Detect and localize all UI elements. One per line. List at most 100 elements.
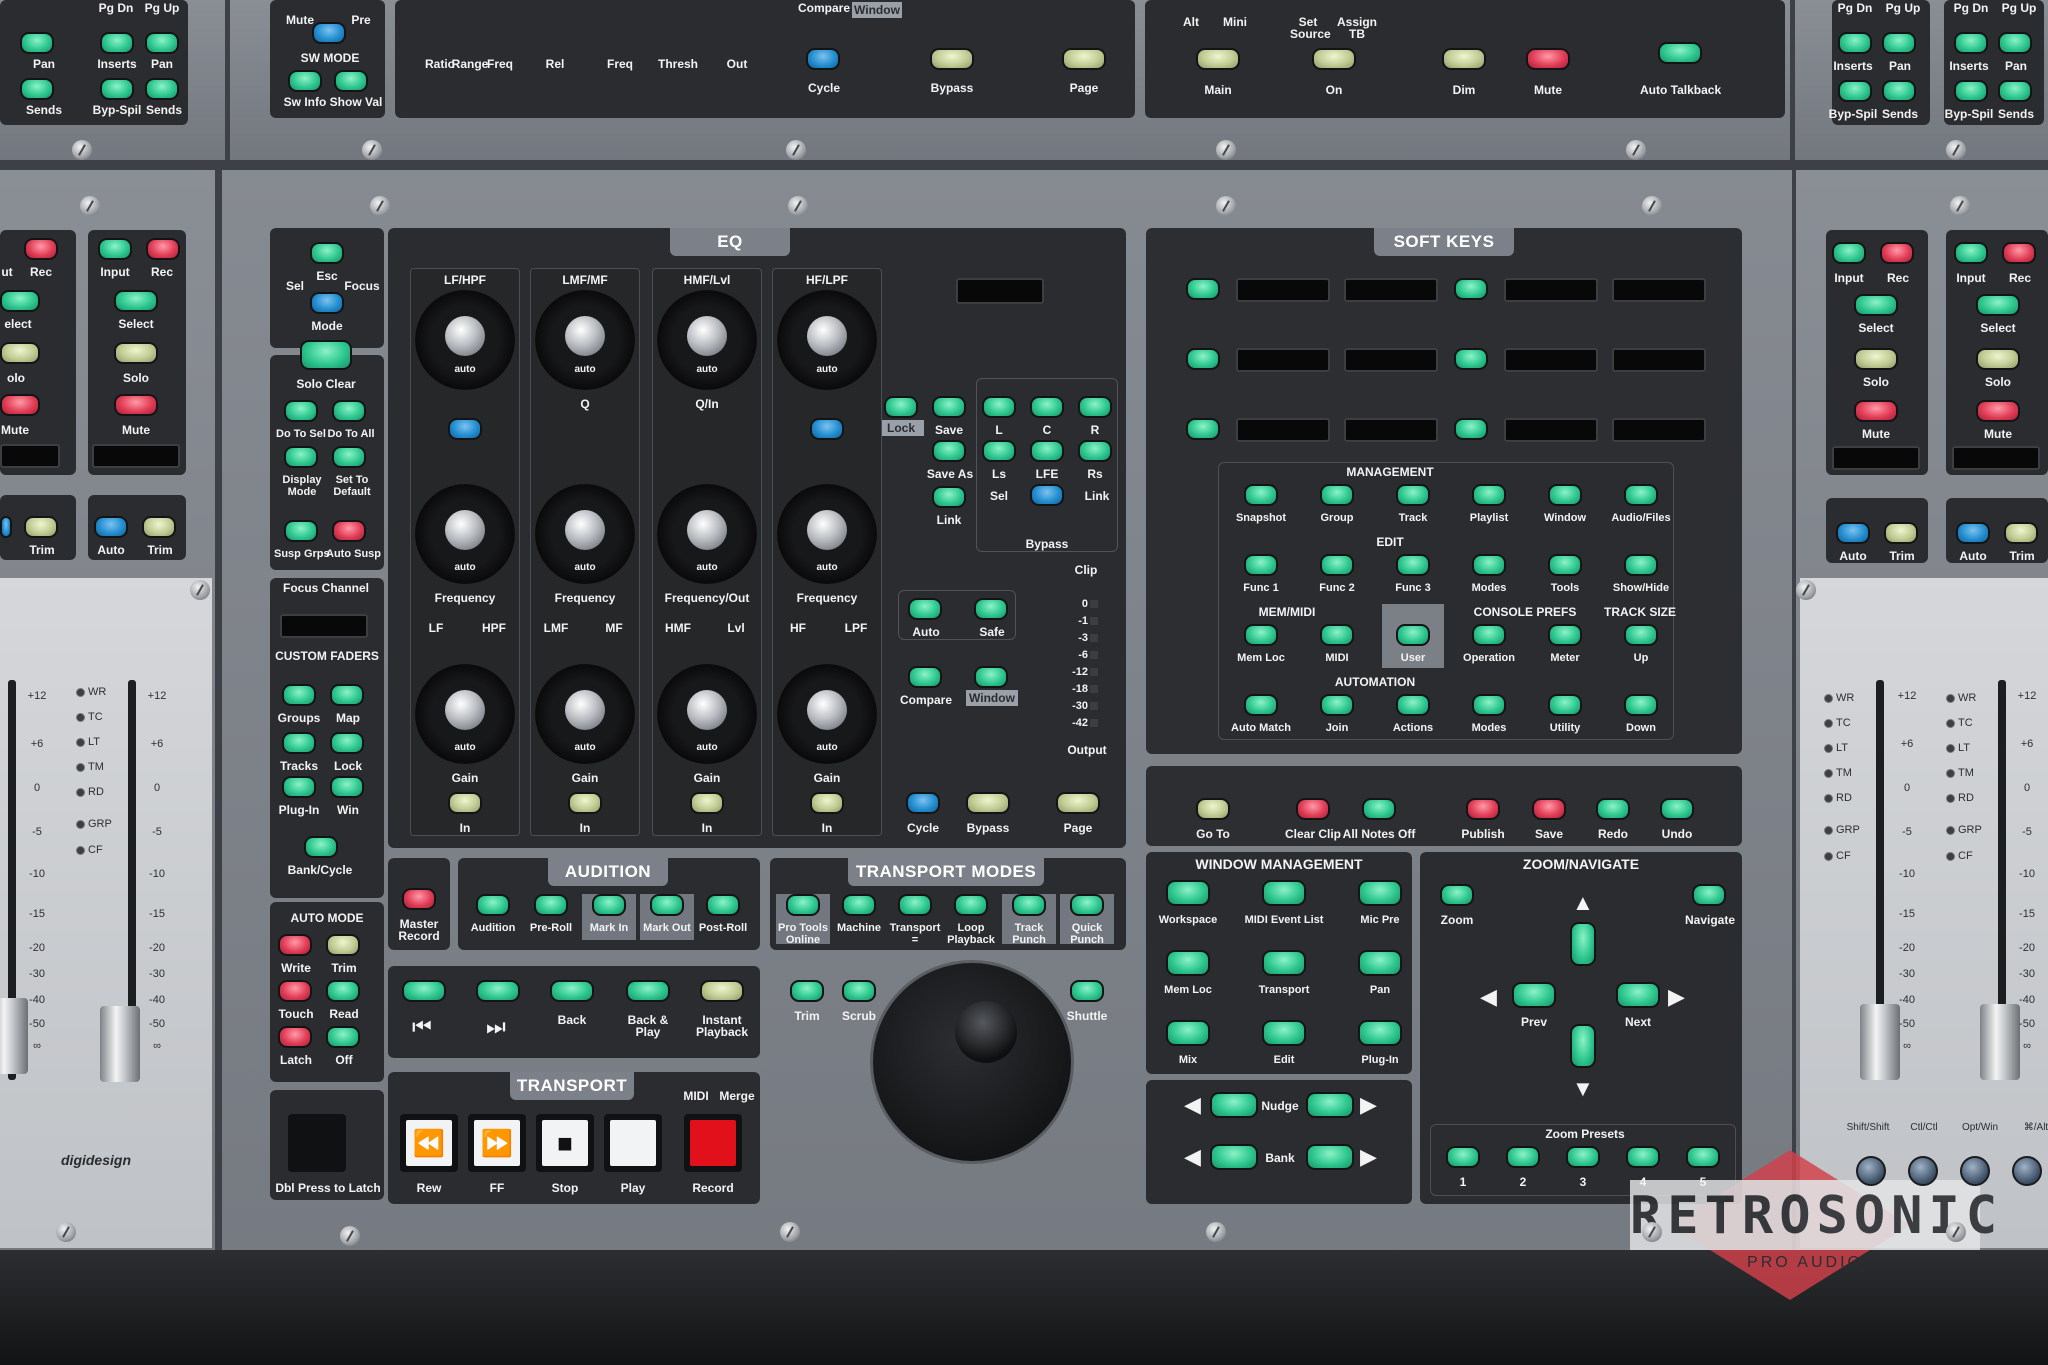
top-right-btn-4[interactable]: [1998, 32, 2032, 54]
plug-in-button[interactable]: [282, 776, 316, 798]
zoom-preset-key[interactable]: [1446, 1146, 1480, 1168]
modifier-key-button[interactable]: [1908, 1156, 1938, 1186]
bank-left-button[interactable]: [1210, 1144, 1258, 1170]
zoom-preset-key[interactable]: [1626, 1146, 1660, 1168]
right-strip-select-2[interactable]: [1976, 294, 2020, 316]
left-strip-solo-1[interactable]: [0, 342, 40, 364]
util-row-button[interactable]: [1596, 798, 1630, 820]
left-strip-rec-2[interactable]: [146, 238, 180, 260]
rtz-button[interactable]: [402, 980, 446, 1002]
off-button[interactable]: [326, 1026, 360, 1048]
utility-key[interactable]: [1548, 694, 1582, 716]
user-key[interactable]: [1396, 624, 1430, 646]
soft-key-row-button-left[interactable]: [1186, 418, 1220, 440]
bank-cycle-button[interactable]: [304, 836, 338, 858]
transport-key[interactable]: [604, 1114, 662, 1172]
left-strip-rec-1[interactable]: [24, 238, 58, 260]
eq-sel-link-button[interactable]: [1030, 484, 1064, 506]
audition-key[interactable]: [706, 894, 740, 916]
top-left-btn-3[interactable]: [145, 32, 179, 54]
transport-mode-key[interactable]: [1070, 894, 1104, 916]
window-mgmt-key[interactable]: [1358, 1020, 1402, 1046]
zoom-preset-key[interactable]: [1686, 1146, 1720, 1168]
left-strip-solo-2[interactable]: [114, 342, 158, 364]
util-row-button[interactable]: [1532, 798, 1566, 820]
do-to-all-button[interactable]: [332, 400, 366, 422]
left-fader-cap-1[interactable]: [0, 998, 28, 1074]
eq-save-button[interactable]: [932, 396, 966, 418]
audition-key[interactable]: [592, 894, 626, 916]
edit-key[interactable]: [1320, 554, 1354, 576]
right-strip-input-2[interactable]: [1954, 242, 1988, 264]
right-strip-mute-2[interactable]: [1976, 400, 2020, 422]
edit-key[interactable]: [1548, 554, 1582, 576]
transport-key[interactable]: ⏪: [400, 1114, 458, 1172]
transport-mode-key[interactable]: [898, 894, 932, 916]
audition-key[interactable]: [476, 894, 510, 916]
end-button[interactable]: [476, 980, 520, 1002]
management-key[interactable]: [1320, 484, 1354, 506]
edit-key[interactable]: [1472, 554, 1506, 576]
eq-r-button[interactable]: [1078, 396, 1112, 418]
eq-link-button[interactable]: [932, 486, 966, 508]
mem-loc-key[interactable]: [1244, 624, 1278, 646]
transport-mode-key[interactable]: [786, 894, 820, 916]
right-strip-mute-1[interactable]: [1854, 400, 1898, 422]
top-swmode-mute-button[interactable]: [312, 22, 346, 44]
window-mgmt-key[interactable]: [1262, 950, 1306, 976]
edit-key[interactable]: [1244, 554, 1278, 576]
midi-key[interactable]: [1320, 624, 1354, 646]
track-size-up-key[interactable]: [1624, 624, 1658, 646]
top-left-btn-2[interactable]: [100, 32, 134, 54]
dbl-press-latch-button[interactable]: [288, 1114, 346, 1172]
right-strip-trim-1[interactable]: [1884, 522, 1918, 544]
eq-in-button[interactable]: [448, 792, 482, 814]
bank-right-button[interactable]: [1306, 1144, 1354, 1170]
soft-key-row-button-left[interactable]: [1186, 278, 1220, 300]
nav-down-button[interactable]: [1570, 1024, 1596, 1068]
management-key[interactable]: [1396, 484, 1430, 506]
util-row-button[interactable]: [1196, 798, 1230, 820]
eq-window-button[interactable]: [974, 666, 1008, 688]
transport-mode-key[interactable]: [842, 894, 876, 916]
window-mgmt-key[interactable]: [1358, 950, 1402, 976]
left-strip-trim-2[interactable]: [142, 516, 176, 538]
left-strip-select-1[interactable]: [0, 290, 40, 312]
mode-button[interactable]: [310, 292, 344, 314]
groups-button[interactable]: [282, 684, 316, 706]
trim-jog-button[interactable]: [790, 980, 824, 1002]
window-mgmt-key[interactable]: [1262, 880, 1306, 906]
left-strip-auto-2[interactable]: [94, 516, 128, 538]
window-mgmt-key[interactable]: [1166, 1020, 1210, 1046]
audition-key[interactable]: [650, 894, 684, 916]
top-auto-talkback-button[interactable]: [1658, 42, 1702, 64]
top-bypass-button[interactable]: [930, 48, 974, 70]
nav-prev-button[interactable]: [1512, 982, 1556, 1008]
util-row-button[interactable]: [1466, 798, 1500, 820]
instant-playback-button[interactable]: [700, 980, 744, 1002]
read-button[interactable]: [326, 980, 360, 1002]
eq-filter-select-button[interactable]: [810, 418, 844, 440]
zoom-preset-key[interactable]: [1566, 1146, 1600, 1168]
window-mgmt-key[interactable]: [1166, 880, 1210, 906]
eq-safe-button[interactable]: [974, 598, 1008, 620]
management-key[interactable]: [1472, 484, 1506, 506]
left-fader-cap-2[interactable]: [100, 1006, 140, 1082]
top-right-btn-6[interactable]: [1882, 80, 1916, 102]
left-strip-select-2[interactable]: [114, 290, 158, 312]
top-show-val-button[interactable]: [334, 70, 368, 92]
zoom-preset-key[interactable]: [1506, 1146, 1540, 1168]
soft-key-row-button-right[interactable]: [1454, 348, 1488, 370]
window-mgmt-key[interactable]: [1358, 880, 1402, 906]
top-page-button[interactable]: [1062, 48, 1106, 70]
automation-key[interactable]: [1472, 694, 1506, 716]
right-strip-solo-2[interactable]: [1976, 348, 2020, 370]
eq-in-button[interactable]: [810, 792, 844, 814]
left-strip-auto-1[interactable]: [0, 516, 12, 538]
right-strip-auto-1[interactable]: [1836, 522, 1870, 544]
modifier-key-button[interactable]: [1960, 1156, 1990, 1186]
top-right-btn-7[interactable]: [1954, 80, 1988, 102]
eq-in-button[interactable]: [690, 792, 724, 814]
esc-button[interactable]: [310, 242, 344, 264]
top-right-btn-1[interactable]: [1838, 32, 1872, 54]
